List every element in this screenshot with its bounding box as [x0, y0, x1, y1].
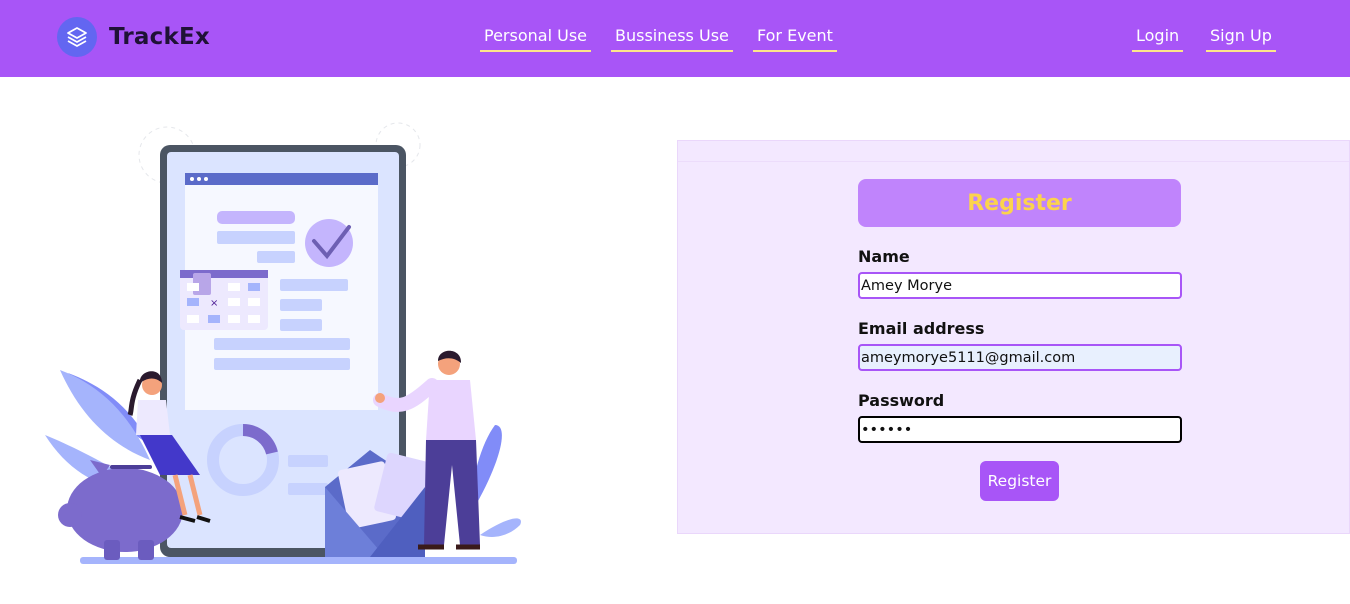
nav-link-login[interactable]: Login [1132, 26, 1184, 52]
finance-illustration: × [40, 115, 540, 575]
register-panel: Register Name Email address Password Reg… [677, 140, 1350, 534]
name-label: Name [858, 247, 910, 266]
register-button[interactable]: Register [980, 461, 1059, 501]
nav-link-business-use[interactable]: Bussiness Use [611, 26, 733, 52]
nav-link-for-event[interactable]: For Event [753, 26, 837, 52]
divider [678, 161, 1349, 162]
layers-icon [57, 17, 97, 57]
name-input[interactable] [858, 272, 1182, 299]
top-navbar: TrackEx Personal Use Bussiness Use For E… [0, 0, 1350, 77]
email-input[interactable] [858, 344, 1182, 371]
email-label: Email address [858, 319, 985, 338]
register-form-header: Register [858, 179, 1181, 227]
nav-link-sign-up[interactable]: Sign Up [1206, 26, 1276, 52]
brand-name: TrackEx [109, 24, 210, 50]
nav-link-personal-use[interactable]: Personal Use [480, 26, 591, 52]
password-label: Password [858, 391, 945, 410]
register-title: Register [967, 190, 1072, 216]
svg-text:×: × [210, 298, 218, 309]
brand[interactable]: TrackEx [57, 17, 210, 57]
password-input[interactable] [858, 416, 1182, 443]
